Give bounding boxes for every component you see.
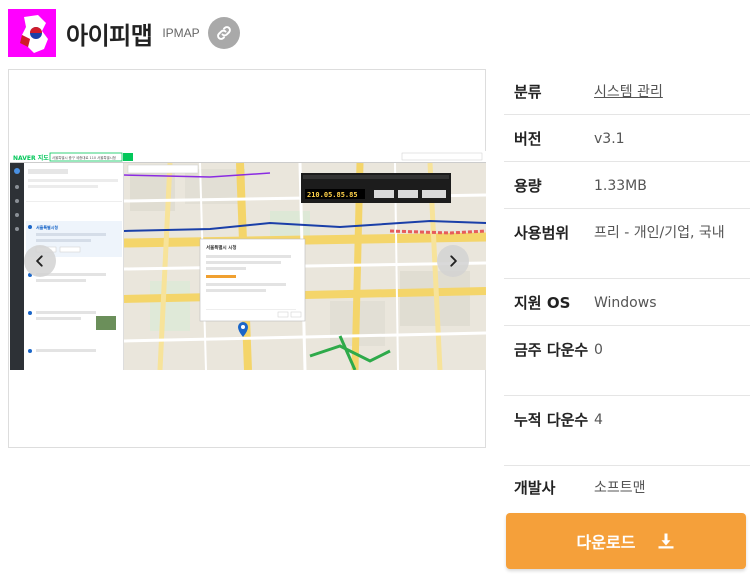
app-logo-icon	[8, 9, 56, 57]
category-link[interactable]: 시스템 관리	[594, 84, 663, 100]
detail-row-size: 용량 1.33MB	[504, 162, 750, 209]
map-search-text: 서울특별시 중구 세종대로 110 서울특별시청	[52, 155, 116, 160]
gallery-next-button[interactable]	[437, 245, 469, 277]
app-header: 아이피맵 IPMAP	[8, 7, 240, 59]
download-icon	[658, 533, 674, 549]
detail-value: v3.1	[594, 131, 625, 147]
detail-row-total-downloads: 누적 다운수 4	[504, 396, 750, 466]
chevron-left-icon	[36, 255, 43, 267]
download-button[interactable]: 다운로드	[506, 513, 746, 569]
detail-label: 금주 다운수	[514, 341, 589, 359]
popup-title-text: 서울특별시 시청	[206, 244, 237, 251]
detail-row-os: 지원 OS Windows	[504, 279, 750, 326]
link-icon	[216, 26, 231, 40]
detail-label: 개발사	[514, 479, 556, 497]
ip-panel-value: 210.05.85.85	[307, 191, 358, 199]
chevron-right-icon	[450, 255, 457, 267]
detail-value: 소프트맨	[594, 480, 646, 496]
detail-label: 사용범위	[514, 224, 570, 242]
detail-value: 0	[594, 342, 603, 358]
screenshot-gallery: NAVER 지도 서울특별시 중구 세종대로 110 서울특별시청 서울특별시청	[8, 69, 486, 448]
detail-row-weekly-downloads: 금주 다운수 0	[504, 326, 750, 396]
result-title-text: 서울특별시청	[36, 224, 58, 230]
detail-row-category: 분류 시스템 관리	[504, 68, 750, 115]
gallery-prev-button[interactable]	[24, 245, 56, 277]
detail-row-developer: 개발사 소프트맨	[504, 466, 750, 511]
share-link-button[interactable]	[207, 17, 240, 49]
detail-label: 용량	[514, 177, 542, 195]
download-button-label: 다운로드	[576, 533, 636, 552]
app-title: 아이피맵	[66, 21, 153, 50]
detail-label: 누적 다운수	[514, 411, 589, 429]
detail-value: 시스템 관리	[594, 80, 750, 114]
detail-value: Windows	[594, 295, 657, 311]
app-details-table: 분류 시스템 관리 버전 v3.1 용량 1.33MB 사용범위 프리 - 개인…	[504, 68, 750, 511]
map-brand-text: NAVER 지도	[13, 154, 49, 162]
detail-value: 프리 - 개인/기업, 국내	[594, 225, 725, 241]
app-subtitle: IPMAP	[162, 26, 200, 40]
detail-label: 버전	[514, 130, 542, 148]
detail-row-license: 사용범위 프리 - 개인/기업, 국내	[504, 209, 750, 279]
detail-value: 1.33MB	[594, 178, 647, 194]
detail-value: 4	[594, 412, 603, 428]
screenshot-image[interactable]: NAVER 지도 서울특별시 중구 세종대로 110 서울특별시청 서울특별시청	[10, 151, 486, 370]
detail-row-version: 버전 v3.1	[504, 115, 750, 162]
detail-label: 지원 OS	[514, 294, 571, 312]
detail-label: 분류	[514, 83, 542, 101]
